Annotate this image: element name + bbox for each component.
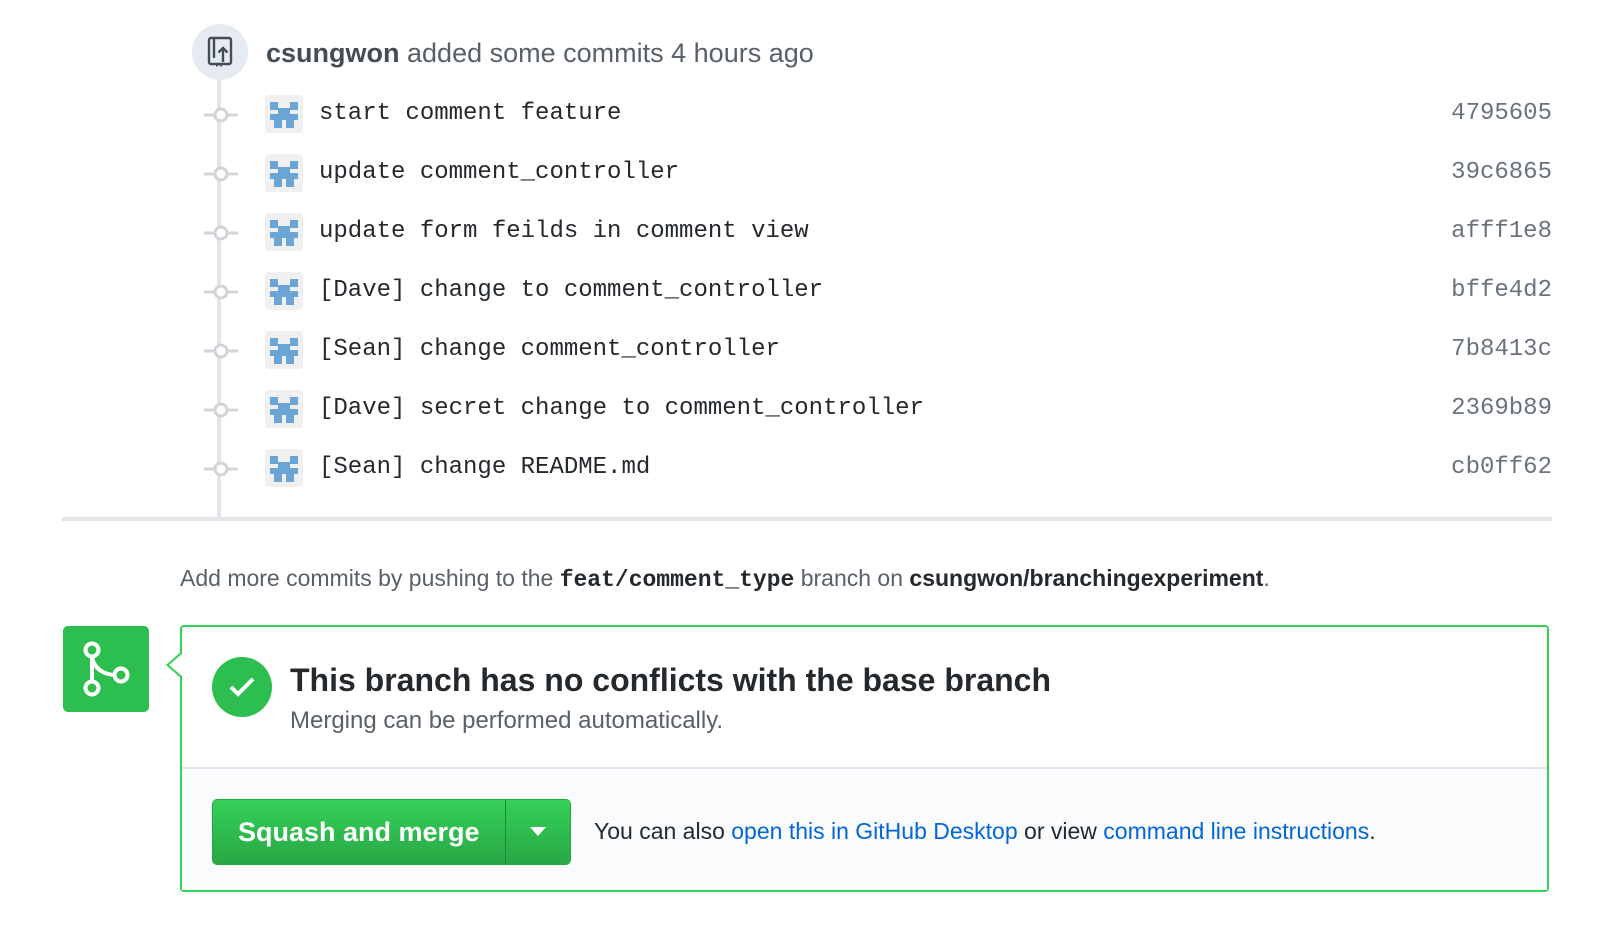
merge-status-badge — [63, 626, 149, 712]
avatar[interactable] — [265, 449, 303, 487]
avatar[interactable] — [265, 154, 303, 192]
merge-box: This branch has no conflicts with the ba… — [166, 625, 1549, 892]
alternative-merge-text: You can also open this in GitHub Desktop… — [594, 815, 1376, 847]
avatar[interactable] — [265, 95, 303, 133]
git-commit-icon — [204, 166, 238, 182]
merge-method-dropdown[interactable] — [504, 800, 570, 864]
avatar[interactable] — [265, 390, 303, 428]
commit-row: update comment_controller 39c6865 — [200, 154, 1552, 194]
commit-sha-link[interactable]: 2369b89 — [1451, 392, 1552, 426]
event-time[interactable]: 4 hours ago — [671, 38, 814, 68]
merge-status-subtitle: Merging can be performed automatically. — [290, 707, 724, 734]
also-suffix: . — [1369, 818, 1376, 844]
command-line-instructions-link[interactable]: command line instructions — [1103, 818, 1369, 844]
push-hint-prefix: Add more commits by pushing to the — [180, 565, 554, 591]
commit-sha-link[interactable]: cb0ff62 — [1451, 451, 1552, 485]
git-commit-icon — [204, 284, 238, 300]
commit-row: [Sean] change README.md cb0ff62 — [200, 449, 1552, 489]
commit-sha-link[interactable]: bffe4d2 — [1451, 274, 1552, 308]
commit-message-link[interactable]: [Dave] change to comment_controller — [319, 274, 823, 308]
commit-row: [Dave] change to comment_controller bffe… — [200, 272, 1552, 312]
push-event-header: csungwon added some commits 4 hours ago — [266, 36, 814, 70]
commit-row: [Dave] secret change to comment_controll… — [200, 390, 1552, 430]
merge-status-title: This branch has no conflicts with the ba… — [290, 662, 1052, 698]
commit-message-link[interactable]: start comment feature — [319, 97, 621, 131]
avatar[interactable] — [265, 213, 303, 251]
commit-sha-link[interactable]: 39c6865 — [1451, 156, 1552, 190]
merge-button-group: Squash and merge — [212, 799, 571, 865]
commit-message-link[interactable]: [Sean] change README.md — [319, 451, 650, 485]
git-commit-icon — [204, 461, 238, 477]
git-commit-icon — [204, 225, 238, 241]
avatar[interactable] — [265, 272, 303, 310]
push-hint-text: Add more commits by pushing to the feat/… — [180, 562, 1270, 596]
git-commit-icon — [204, 107, 238, 123]
timeline-divider — [62, 517, 1552, 521]
avatar[interactable] — [265, 331, 303, 369]
branch-name: feat/comment_type — [559, 567, 795, 593]
commit-row: start comment feature 4795605 — [200, 95, 1552, 135]
author-link[interactable]: csungwon — [266, 38, 400, 68]
git-merge-icon — [83, 641, 130, 697]
success-badge — [212, 657, 272, 717]
commit-sha-link[interactable]: afff1e8 — [1451, 215, 1552, 249]
github-desktop-link[interactable]: open this in GitHub Desktop — [731, 818, 1017, 844]
repo-push-icon — [207, 36, 233, 67]
event-action: added some commits — [407, 38, 664, 68]
squash-and-merge-button[interactable]: Squash and merge — [213, 800, 505, 864]
git-commit-icon — [204, 343, 238, 359]
commit-message-link[interactable]: update comment_controller — [319, 156, 679, 190]
also-prefix: You can also — [594, 818, 725, 844]
merge-status-section: This branch has no conflicts with the ba… — [182, 627, 1547, 767]
commit-message-link[interactable]: [Dave] secret change to comment_controll… — [319, 392, 924, 426]
commit-message-link[interactable]: update form feilds in comment view — [319, 215, 809, 249]
push-event-badge — [192, 24, 248, 80]
commit-row: update form feilds in comment view afff1… — [200, 213, 1552, 253]
or-view-text: or view — [1024, 818, 1097, 844]
merge-actions-section: Squash and merge You can also open this … — [182, 767, 1547, 890]
merge-box-pointer-fill — [169, 653, 183, 677]
check-icon — [229, 677, 255, 697]
push-hint-middle: branch on — [800, 565, 904, 591]
push-hint-suffix: . — [1263, 565, 1270, 591]
commit-row: [Sean] change comment_controller 7b8413c — [200, 331, 1552, 371]
triangle-down-icon — [529, 827, 546, 836]
git-commit-icon — [204, 402, 238, 418]
repo-name: csungwon/branchingexperiment — [909, 565, 1264, 591]
commit-sha-link[interactable]: 4795605 — [1451, 97, 1552, 131]
commit-sha-link[interactable]: 7b8413c — [1451, 333, 1552, 367]
commit-message-link[interactable]: [Sean] change comment_controller — [319, 333, 780, 367]
